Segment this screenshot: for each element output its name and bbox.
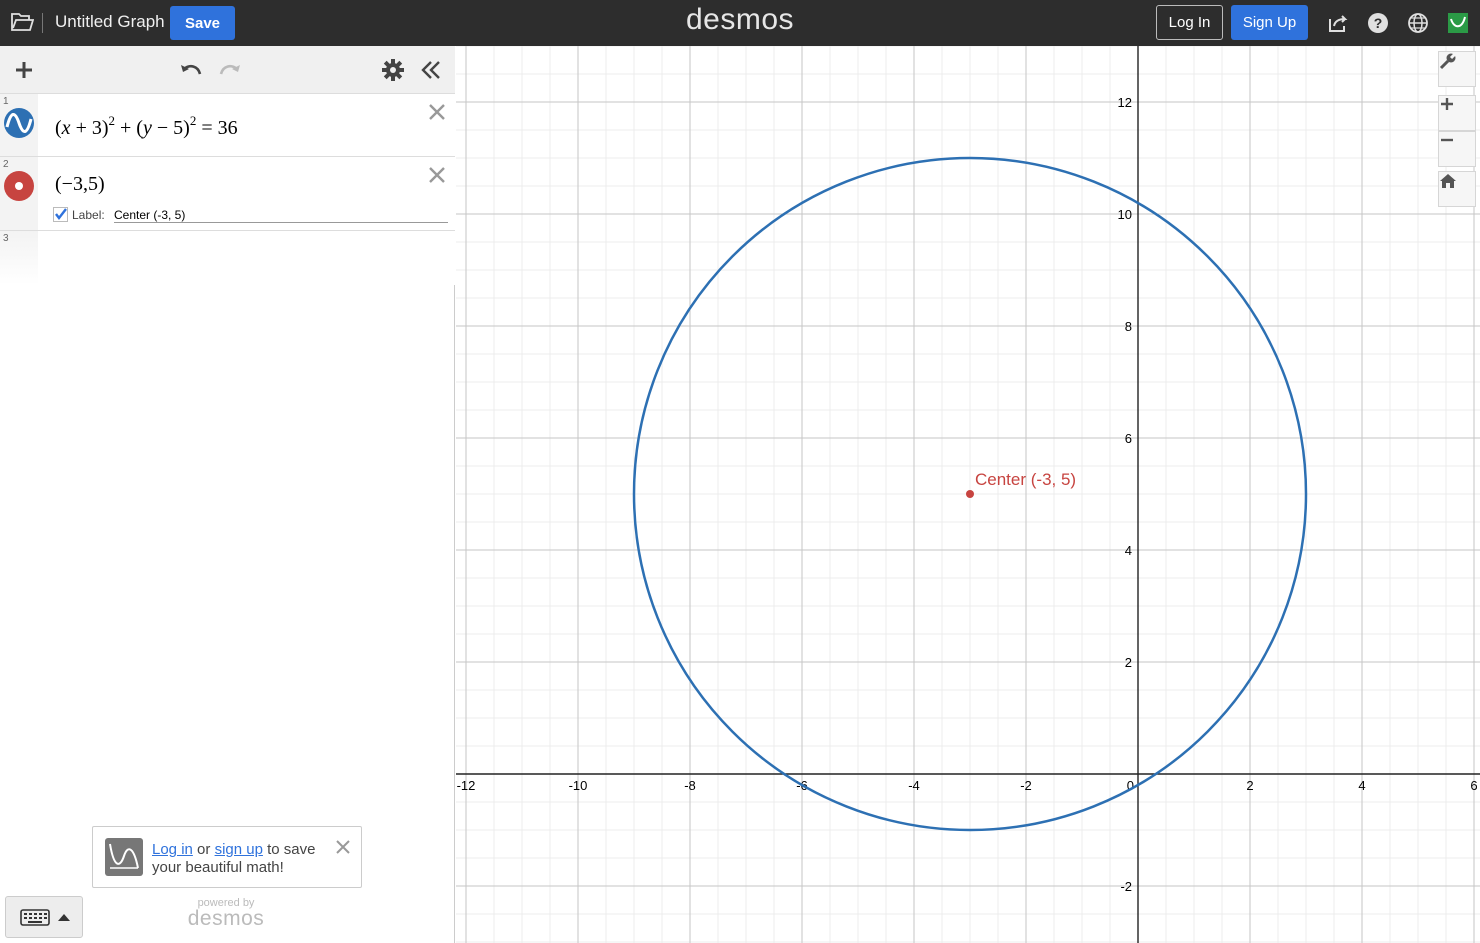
home-button[interactable] <box>1438 171 1476 207</box>
x-tick-label: -2 <box>1020 778 1032 793</box>
signup-button[interactable]: Sign Up <box>1231 5 1308 40</box>
center-point[interactable] <box>966 490 974 498</box>
expression-index: 3 <box>3 233 9 244</box>
expression-item-3[interactable]: 3 <box>0 231 455 285</box>
zoom-in-icon <box>1441 98 1453 110</box>
promo-or: or <box>197 841 211 858</box>
expression-item-2[interactable]: 2 (−3,5) Label: Center (-3, 5) <box>0 157 455 231</box>
x-tick-label: -8 <box>684 778 696 793</box>
zoom-out-button[interactable] <box>1438 131 1476 167</box>
desmos-logo: desmos <box>685 3 795 36</box>
close-promo-icon[interactable] <box>335 839 351 855</box>
y-tick-label: -2 <box>1120 879 1132 894</box>
expression-gutter: 1 <box>0 94 38 156</box>
graph-settings-button[interactable] <box>1438 51 1476 87</box>
collapse-icon[interactable] <box>418 57 444 83</box>
keyboard-icon <box>20 909 50 926</box>
x-tick-label: -12 <box>457 778 476 793</box>
save-button[interactable]: Save <box>170 6 235 40</box>
graph-title[interactable]: Untitled Graph <box>55 12 165 32</box>
folder-icon[interactable] <box>10 11 34 33</box>
expression-item-1[interactable]: 1 (x + 3)2 + (y − 5)2 = 36 <box>0 94 455 157</box>
x-tick-label: 2 <box>1246 778 1253 793</box>
login-button[interactable]: Log In <box>1156 5 1223 40</box>
center-point-label: Center (-3, 5) <box>975 470 1076 489</box>
label-checkbox[interactable] <box>53 207 68 222</box>
label-text: Label: <box>72 208 105 222</box>
signup-link[interactable]: sign up <box>215 841 263 858</box>
desmos-mini-logo-icon <box>105 838 143 876</box>
save-promo: Log in or sign up to save your beautiful… <box>92 826 362 888</box>
x-tick-label: -4 <box>908 778 920 793</box>
powered-by: powered by desmos <box>176 897 276 929</box>
point-icon[interactable] <box>3 170 35 202</box>
label-input[interactable]: Center (-3, 5) <box>114 208 448 223</box>
x-tick-label: -10 <box>569 778 588 793</box>
expression-header <box>0 46 455 94</box>
home-icon <box>1440 174 1456 188</box>
globe-icon[interactable] <box>1406 11 1430 35</box>
graph-canvas[interactable]: -12 -10 -8 -6 -4 -2 0 2 4 612108642-2 Center (-3,… <box>456 46 1480 943</box>
login-link[interactable]: Log in <box>152 841 193 858</box>
top-bar: Untitled Graph Save desmos Log In Sign U… <box>0 0 1480 46</box>
expression-index: 1 <box>3 96 9 107</box>
x-tick-label: 4 <box>1358 778 1365 793</box>
delete-expression-icon[interactable] <box>427 102 447 122</box>
promo-text: Log in or sign up to save your beautiful… <box>152 841 332 877</box>
x-tick-label: 6 <box>1470 778 1477 793</box>
expression-gutter: 2 <box>0 157 38 230</box>
help-icon[interactable]: ? <box>1366 11 1390 35</box>
expression-panel: 1 (x + 3)2 + (y − 5)2 = 36 2 (−3,5) Labe… <box>0 46 455 943</box>
account-icon[interactable] <box>1446 11 1470 35</box>
y-tick-label: 10 <box>1118 207 1132 222</box>
expression-gutter: 3 <box>0 231 38 285</box>
graph-paper[interactable]: -12 -10 -8 -6 -4 -2 0 2 4 6 12 10 8 6 4 2 -2 Center (-3,… <box>456 46 1480 943</box>
undo-icon[interactable] <box>178 57 204 83</box>
svg-text:?: ? <box>1374 15 1383 31</box>
y-tick-label: 6 <box>1125 431 1132 446</box>
powered-by-logo: desmos <box>187 907 265 930</box>
keyboard-toggle-button[interactable] <box>5 896 83 938</box>
expression-math[interactable]: (−3,5) <box>55 173 105 196</box>
add-icon[interactable] <box>11 57 37 83</box>
delete-expression-icon[interactable] <box>427 165 447 185</box>
y-tick-label: 4 <box>1125 543 1132 558</box>
wrench-icon <box>1439 52 1457 70</box>
y-tick-label: 12 <box>1118 95 1132 110</box>
label-row: Label: Center (-3, 5) <box>53 207 448 223</box>
expression-math[interactable]: (x + 3)2 + (y − 5)2 = 36 <box>55 113 238 140</box>
curve-icon[interactable] <box>3 107 35 139</box>
divider <box>42 13 43 33</box>
y-tick-label: 8 <box>1125 319 1132 334</box>
expression-index: 2 <box>3 159 9 170</box>
share-icon[interactable] <box>1326 11 1350 35</box>
zoom-in-button[interactable] <box>1438 95 1476 131</box>
zoom-out-icon <box>1441 138 1453 142</box>
redo-icon[interactable] <box>217 57 243 83</box>
settings-icon[interactable] <box>380 57 406 83</box>
y-tick-label: 2 <box>1125 655 1132 670</box>
caret-up-icon <box>58 914 70 921</box>
